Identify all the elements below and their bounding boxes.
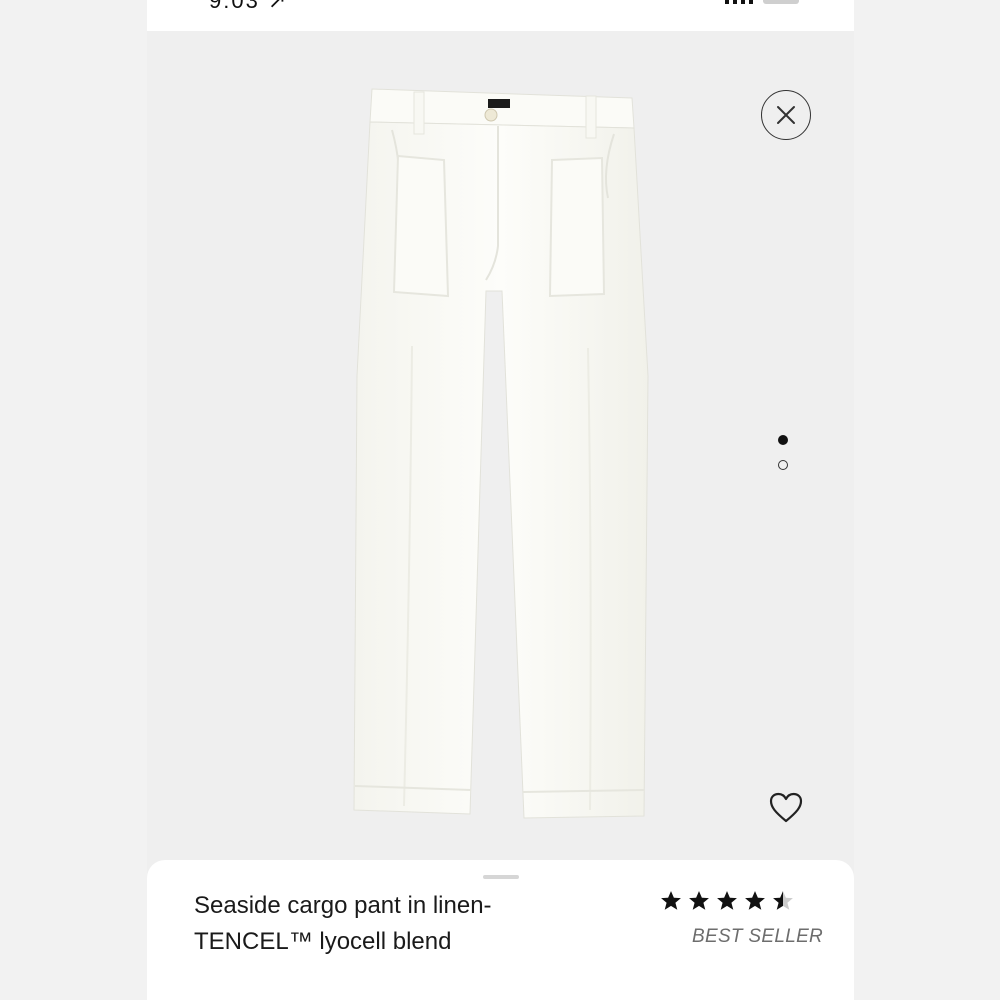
gallery-pagination [778, 435, 788, 485]
wishlist-button[interactable] [769, 792, 803, 824]
status-indicators [725, 0, 799, 4]
close-button[interactable] [761, 90, 811, 140]
sheet-drag-handle[interactable] [483, 875, 519, 879]
status-time: 9:03 ↗ [209, 0, 289, 13]
star-icon [717, 891, 737, 910]
product-title: Seaside cargo pant in linen-TENCEL™ lyoc… [194, 892, 492, 955]
pagination-dot[interactable] [778, 460, 788, 470]
star-icon [745, 891, 765, 910]
close-icon [777, 106, 795, 124]
star-icon [773, 891, 793, 910]
best-seller-badge: BEST SELLER [692, 926, 824, 947]
signal-icon [749, 0, 753, 4]
product-detail-screen: 9:03 ↗ Seaside cargo pant in linen-TENCE… [147, 0, 854, 1000]
signal-icon [733, 0, 737, 4]
signal-icon [725, 0, 729, 4]
rating-stars[interactable] [660, 890, 794, 912]
product-image[interactable] [352, 86, 649, 826]
star-icon [689, 891, 709, 910]
star-icon [661, 891, 681, 910]
heart-icon [769, 792, 803, 823]
pagination-dot-active[interactable] [778, 435, 788, 445]
product-info-sheet[interactable]: Seaside cargo pant in linen-TENCEL™ lyoc… [147, 860, 854, 1000]
status-bar: 9:03 ↗ [147, 0, 854, 31]
battery-icon [763, 0, 799, 4]
signal-icon [741, 0, 745, 4]
